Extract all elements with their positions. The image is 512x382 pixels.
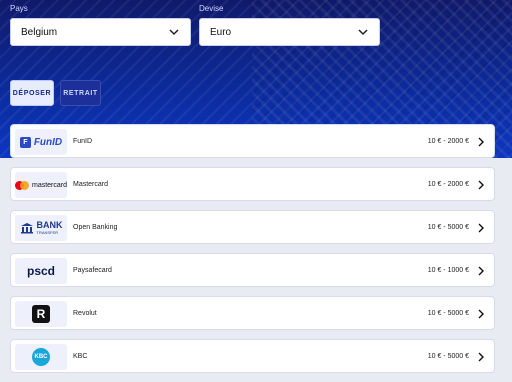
chevron-right-icon xyxy=(478,223,484,233)
method-name: Revolut xyxy=(73,310,97,317)
method-name: Open Banking xyxy=(73,224,118,231)
payment-method-mastercard[interactable]: mastercard Mastercard 10 € - 2000 € xyxy=(10,167,495,201)
funid-badge: F xyxy=(19,136,31,148)
chevron-right-icon xyxy=(478,137,484,147)
payment-method-kbc[interactable]: KBC KBC 10 € - 5000 € xyxy=(10,339,495,373)
chevron-down-icon xyxy=(358,29,368,36)
bank-transfer-logo: BANK TRANSFER xyxy=(15,215,67,241)
method-range: 10 € - 1000 € xyxy=(427,267,469,274)
chevron-right-icon xyxy=(478,352,484,362)
chevron-right-icon xyxy=(478,180,484,190)
chevron-right-icon xyxy=(478,266,484,276)
chevron-right-icon xyxy=(478,309,484,319)
method-range: 10 € - 2000 € xyxy=(427,138,469,145)
currency-label: Devise xyxy=(199,4,224,13)
mastercard-logo: mastercard xyxy=(15,172,67,198)
payment-method-revolut[interactable]: R Revolut 10 € - 5000 € xyxy=(10,296,495,330)
kbc-logo-text: KBC xyxy=(32,348,50,366)
chevron-down-icon xyxy=(169,29,179,36)
method-range: 10 € - 5000 € xyxy=(427,310,469,317)
bank-icon xyxy=(20,223,33,234)
method-name: Mastercard xyxy=(73,181,109,188)
payment-method-open-banking[interactable]: BANK TRANSFER Open Banking 10 € - 5000 € xyxy=(10,210,495,244)
method-range: 10 € - 5000 € xyxy=(427,224,469,231)
method-name: KBC xyxy=(73,353,88,360)
payment-method-paysafecard[interactable]: pscd Paysafecard 10 € - 1000 € xyxy=(10,253,495,287)
mastercard-circles-icon xyxy=(15,180,29,190)
method-range: 10 € - 2000 € xyxy=(427,181,469,188)
method-name: Paysafecard xyxy=(73,267,112,274)
method-name: FunID xyxy=(73,138,93,145)
currency-select[interactable]: Euro xyxy=(199,18,380,46)
tab-deposit[interactable]: DÉPOSER xyxy=(10,80,54,106)
funid-logo: F FunID xyxy=(15,129,67,155)
paysafecard-logo: pscd xyxy=(15,258,67,284)
mastercard-logo-text: mastercard xyxy=(32,181,68,189)
revolut-logo-text: R xyxy=(32,305,50,323)
kbc-logo: KBC xyxy=(15,344,67,370)
country-select[interactable]: Belgium xyxy=(10,18,191,46)
country-value: Belgium xyxy=(21,26,58,38)
paysafecard-logo-text: pscd xyxy=(26,264,55,278)
revolut-logo: R xyxy=(15,301,67,327)
method-range: 10 € - 5000 € xyxy=(427,353,469,360)
country-label: Pays xyxy=(10,4,28,13)
tab-withdraw[interactable]: RETRAIT xyxy=(60,80,101,106)
currency-value: Euro xyxy=(210,26,232,38)
bank-logo-subtext: TRANSFER xyxy=(36,230,59,235)
payment-method-funid[interactable]: F FunID FunID 10 € - 2000 € xyxy=(10,124,495,158)
funid-logo-text: FunID xyxy=(33,136,63,148)
bank-logo-text: BANK xyxy=(36,220,63,230)
